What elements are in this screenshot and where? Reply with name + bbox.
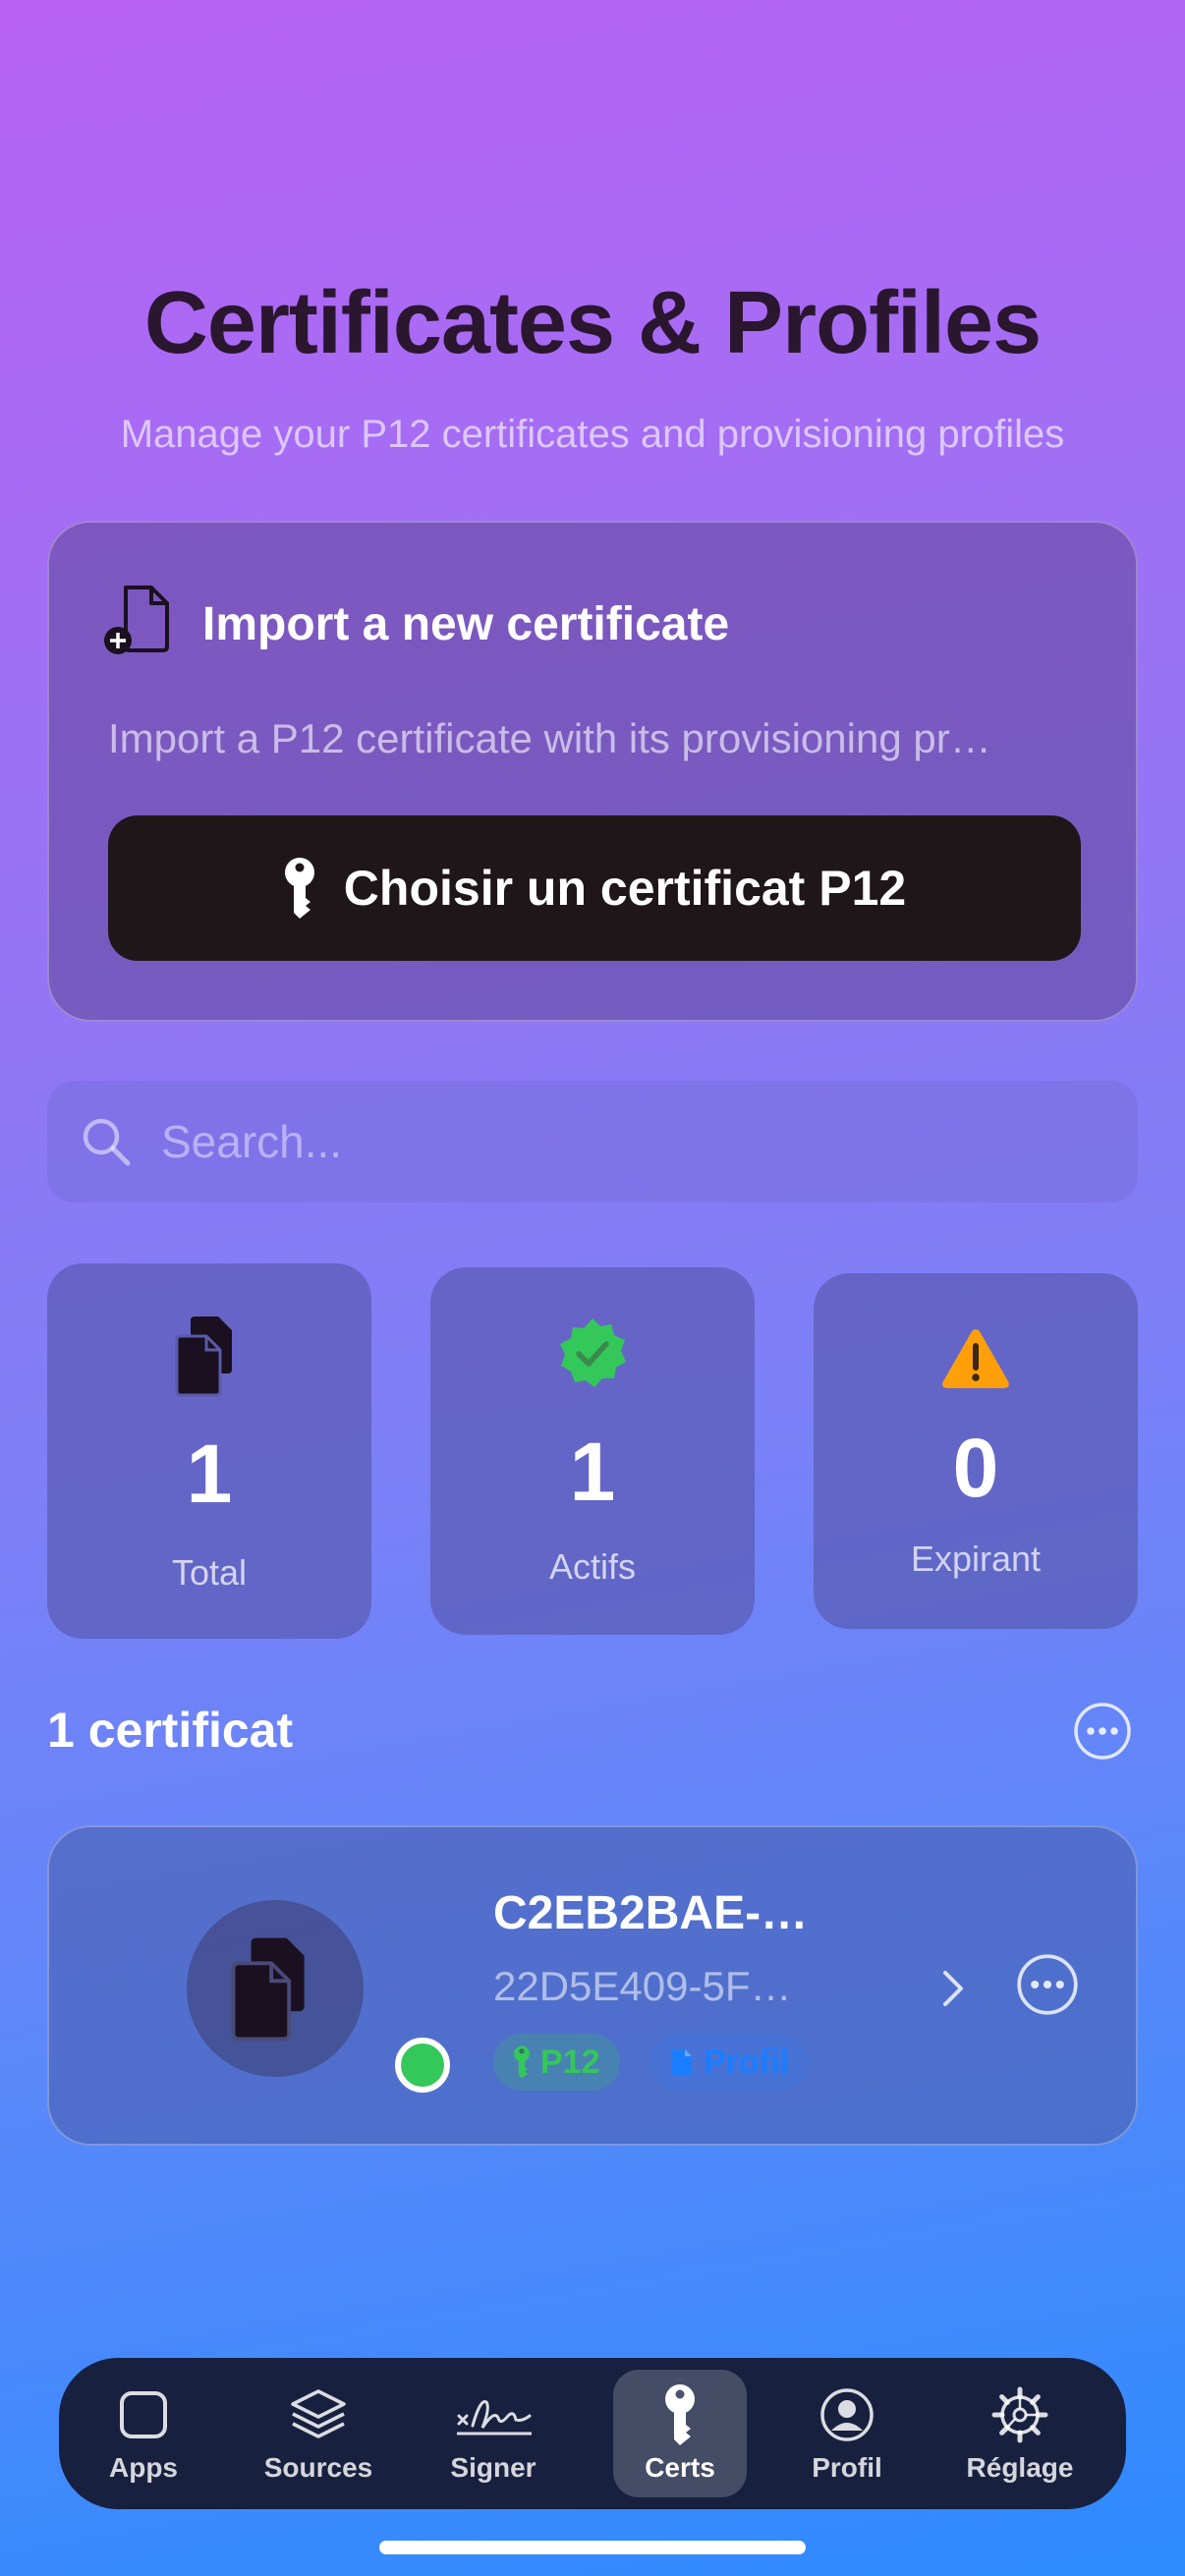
stat-active-label: Actifs	[548, 1546, 636, 1587]
key-icon	[665, 2384, 695, 2445]
stat-total: 1 Total	[47, 1263, 371, 1639]
verified-badge-icon	[560, 1318, 626, 1387]
tab-apps[interactable]: Apps	[77, 2370, 210, 2497]
tab-signer-label: Signer	[450, 2452, 536, 2483]
certificate-count: 1 certificat	[47, 1703, 294, 1758]
documents-icon	[231, 1937, 305, 2042]
tab-sources[interactable]: Sources	[252, 2370, 385, 2497]
certificate-name: C2EB2BAE-…	[493, 1887, 809, 1939]
square-icon	[120, 2391, 167, 2438]
badge-profil: Profil	[650, 2034, 809, 2091]
tab-profil-label: Profil	[812, 2452, 882, 2483]
search-bar[interactable]	[47, 1081, 1138, 1203]
warning-triangle-icon	[942, 1329, 1009, 1388]
layers-icon	[291, 2389, 346, 2438]
page-subtitle: Manage your P12 certificates and provisi…	[120, 413, 1065, 456]
tab-certs-label: Certs	[645, 2452, 715, 2483]
document-add-icon	[104, 586, 169, 654]
badge-profil-label: Profil	[704, 2043, 789, 2081]
certificate-id: 22D5E409-5F…	[493, 1963, 792, 2009]
tab-reglage[interactable]: Réglage	[953, 2370, 1087, 2497]
chevron-right-icon[interactable]	[933, 1967, 973, 2010]
gear-icon	[991, 2386, 1048, 2443]
import-card-description: Import a P12 certificate with its provis…	[108, 715, 991, 761]
tab-bar: Apps Sources Signer Certs Profil Réglage	[59, 2358, 1126, 2509]
document-icon	[672, 2049, 692, 2075]
page-title: Certificates & Profiles	[143, 274, 1042, 372]
status-dot	[395, 2038, 450, 2093]
key-icon	[514, 2045, 530, 2079]
badge-p12-label: P12	[540, 2043, 600, 2081]
search-input[interactable]	[161, 1115, 1085, 1168]
stat-total-label: Total	[171, 1552, 248, 1593]
home-indicator	[379, 2541, 806, 2554]
stat-active-value: 1	[569, 1426, 616, 1518]
tab-certs[interactable]: Certs	[613, 2370, 747, 2497]
import-card: Import a new certificate Import a P12 ce…	[47, 521, 1138, 1022]
import-card-title: Import a new certificate	[202, 598, 730, 650]
tab-profil[interactable]: Profil	[780, 2370, 914, 2497]
stat-expiring-value: 0	[952, 1422, 999, 1514]
tab-signer[interactable]: Signer	[426, 2370, 560, 2497]
more-options-icon[interactable]	[1073, 1702, 1132, 1761]
stat-expiring: 0 Expirant	[814, 1273, 1138, 1629]
badge-p12: P12	[493, 2034, 620, 2091]
certificate-card[interactable]: C2EB2BAE-… 22D5E409-5F… P12 Profil	[47, 1825, 1138, 2146]
signature-icon	[457, 2400, 532, 2436]
stat-expiring-label: Expirant	[910, 1539, 1042, 1579]
choose-p12-button[interactable]: Choisir un certificat P12	[108, 815, 1081, 961]
stat-active: 1 Actifs	[430, 1267, 755, 1635]
search-icon	[83, 1118, 131, 1166]
tab-reglage-label: Réglage	[966, 2452, 1074, 2483]
documents-icon	[175, 1316, 232, 1397]
stat-total-value: 1	[186, 1428, 233, 1520]
key-icon	[284, 858, 314, 919]
choose-p12-button-label: Choisir un certificat P12	[343, 861, 907, 916]
more-options-icon[interactable]	[1016, 1953, 1079, 2016]
tab-apps-label: Apps	[109, 2452, 178, 2483]
tab-sources-label: Sources	[263, 2452, 373, 2483]
certificate-avatar	[187, 1900, 364, 2077]
person-circle-icon	[820, 2388, 874, 2441]
